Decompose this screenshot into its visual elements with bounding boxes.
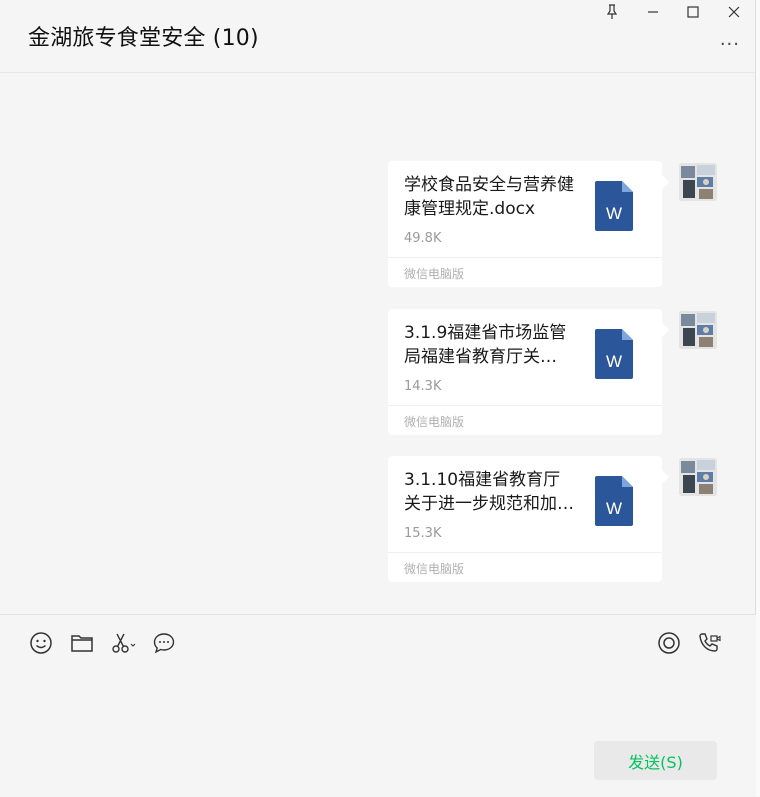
title-bar: 金湖旅专食堂安全 (10) ··· (0, 0, 756, 73)
voice-video-call-icon[interactable] (697, 631, 721, 655)
file-size: 14.3K (404, 379, 442, 394)
emoji-icon[interactable] (29, 631, 53, 655)
word-doc-icon: W (595, 476, 633, 526)
folder-icon[interactable] (70, 631, 94, 655)
svg-text:W: W (606, 499, 622, 518)
avatar[interactable] (679, 163, 717, 201)
file-source-label: 微信电脑版 (404, 562, 465, 576)
word-doc-icon: W (595, 181, 633, 231)
file-source-label: 微信电脑版 (404, 415, 465, 429)
file-size: 49.8K (404, 231, 442, 246)
avatar[interactable] (679, 458, 717, 496)
screenshot-scissors-icon[interactable] (110, 631, 138, 655)
file-size: 15.3K (404, 526, 442, 541)
file-source-label: 微信电脑版 (404, 267, 465, 281)
card-divider (388, 405, 662, 406)
more-options-button[interactable]: ··· (720, 34, 740, 55)
file-message[interactable]: 学校食品安全与营养健康管理规定.docx 49.8K W 微信电脑版 (388, 161, 669, 287)
send-button[interactable]: 发送(S) (594, 741, 717, 780)
chat-history-icon[interactable] (152, 631, 176, 655)
minimize-icon[interactable] (643, 3, 663, 21)
file-name: 学校食品安全与营养健康管理规定.docx (404, 175, 574, 219)
close-icon[interactable] (724, 3, 744, 21)
file-name: 3.1.10福建省教育厅关于进一步规范和加强… (404, 470, 561, 514)
avatar[interactable] (679, 311, 717, 349)
chat-title: 金湖旅专食堂安全 (10) (28, 26, 259, 51)
svg-text:W: W (606, 204, 622, 223)
file-name: 3.1.9福建省市场监管局福建省教育厅关… (404, 323, 567, 367)
file-message[interactable]: 3.1.10福建省教育厅关于进一步规范和加强… 15.3K W 微信电脑版 (388, 456, 669, 582)
live-stream-icon[interactable] (657, 631, 681, 655)
pin-icon[interactable] (602, 3, 622, 21)
file-message[interactable]: 3.1.9福建省市场监管局福建省教育厅关… 14.3K W 微信电脑版 (388, 309, 669, 435)
maximize-icon[interactable] (683, 3, 703, 21)
svg-text:W: W (606, 352, 622, 371)
message-list[interactable]: 学校食品安全与营养健康管理规定.docx 49.8K W 微信电脑版 3.1.9… (0, 73, 756, 613)
card-divider (388, 552, 662, 553)
word-doc-icon: W (595, 329, 633, 379)
card-divider (388, 257, 662, 258)
input-area[interactable]: 发送(S) (0, 614, 756, 797)
